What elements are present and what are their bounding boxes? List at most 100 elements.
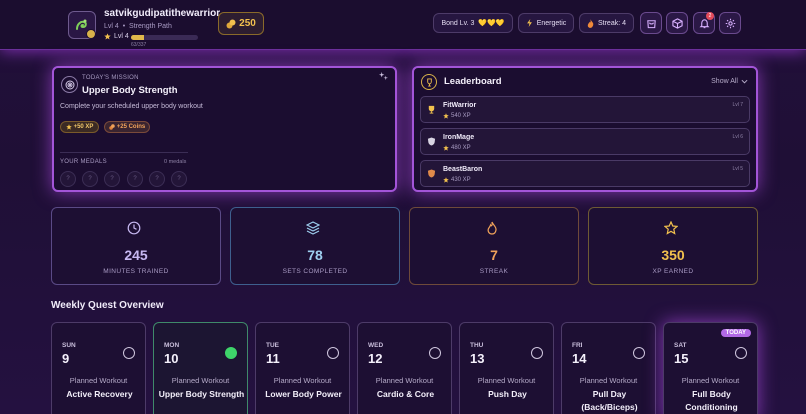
leaderboard-xp: 540 XP (443, 113, 471, 119)
day-workout-title: Upper Body Strength (158, 389, 245, 399)
star-icon (443, 113, 449, 119)
sparkle-icon[interactable] (379, 72, 388, 81)
xp-text: 63/337 (131, 42, 147, 48)
day-of-week: SUN (62, 342, 76, 349)
medal-slot[interactable]: ? (171, 171, 187, 187)
today-badge: TODAY (720, 329, 751, 337)
stat-xp-earned: 350 XP EARNED (588, 207, 758, 285)
level-short: Lvl 4 (114, 33, 129, 40)
separator: • (122, 23, 126, 30)
completion-circle-icon[interactable] (429, 347, 441, 359)
mood-label: Energetic (536, 19, 567, 27)
shop-button[interactable] (640, 12, 662, 34)
completion-circle-icon[interactable] (123, 347, 135, 359)
xp-reward-label: +50 XP (73, 124, 94, 130)
weekly-title: Weekly Quest Overview (51, 300, 164, 311)
day-number: 10 (164, 351, 179, 366)
day-of-week: THU (470, 342, 484, 349)
leaderboard-xp-value: 430 XP (451, 177, 471, 183)
star-icon (443, 145, 449, 151)
day-number: 13 (470, 351, 485, 366)
stat-value: 78 (307, 247, 323, 263)
stat-sets-completed: 78 SETS COMPLETED (230, 207, 400, 285)
leaderboard-level: Lvl 5 (732, 166, 743, 172)
streak-label: Streak: 4 (597, 19, 626, 27)
stat-value: 245 (124, 247, 148, 263)
xp-reward-chip: +50 XP (60, 121, 99, 133)
coin-icon (109, 124, 115, 130)
coin-reward-label: +25 Coins (116, 124, 146, 130)
leaderboard-row[interactable]: IronMage 480 XP Lvl 6 (420, 128, 750, 155)
medal-slot[interactable]: ? (127, 171, 143, 187)
leaderboard-name: IronMage (443, 134, 475, 141)
leaderboard-row[interactable]: BeastBaron 430 XP Lvl 5 (420, 160, 750, 187)
trophy-icon (421, 74, 437, 90)
leaderboard-row[interactable]: FitWarrior 540 XP Lvl 7 (420, 96, 750, 123)
coin-balance[interactable]: 250 (218, 12, 264, 35)
mission-card[interactable]: TODAY'S MISSION Upper Body Strength Comp… (52, 66, 397, 192)
trophy-gold-icon (428, 105, 435, 114)
bond-level[interactable]: Bond Lv. 3 💛💛💛 (433, 13, 513, 33)
day-of-week: FRI (572, 342, 583, 349)
day-card-tue[interactable]: TUE 11 Planned Workout Lower Body Power (255, 322, 350, 414)
level-label: Lvl 4 (104, 23, 119, 30)
xp-progress-fill (131, 35, 144, 40)
day-number: 11 (266, 351, 280, 366)
day-card-thu[interactable]: THU 13 Planned Workout Push Day (459, 322, 554, 414)
medal-slot[interactable]: ? (104, 171, 120, 187)
clock-icon (127, 221, 141, 235)
day-workout-title: Active Recovery (66, 389, 133, 399)
show-all-label: Show All (711, 78, 738, 85)
leaderboard-card: Leaderboard Show All FitWarrior 540 XP L… (412, 66, 758, 192)
medal-slot[interactable]: ? (149, 171, 165, 187)
day-card-mon[interactable]: MON 10 Planned Workout Upper Body Streng… (153, 322, 248, 414)
username: satvikgudipatithewarrior (104, 8, 221, 19)
leaderboard-xp-value: 540 XP (451, 113, 471, 119)
leaderboard-xp-value: 480 XP (451, 145, 471, 151)
day-of-week: MON (164, 342, 180, 349)
day-card-sun[interactable]: SUN 9 Planned Workout Active Recovery (51, 322, 146, 414)
completion-circle-icon[interactable] (531, 347, 543, 359)
medal-slot[interactable]: ? (82, 171, 98, 187)
top-bar: satvikgudipatithewarrior Lvl 4 • Strengt… (0, 0, 806, 50)
day-planned-label: Planned Workout (579, 376, 638, 385)
completion-circle-icon[interactable] (327, 347, 339, 359)
day-number: 9 (62, 351, 70, 366)
xp-progress-bar (131, 35, 198, 40)
shield-silver-icon (427, 137, 436, 146)
mission-description: Complete your scheduled upper body worko… (60, 103, 203, 110)
day-card-sat[interactable]: TODAY SAT 15 Planned Workout Full Body C… (663, 322, 758, 414)
day-planned-label: Planned Workout (69, 376, 128, 385)
mission-title: Upper Body Strength (82, 85, 178, 96)
flame-icon (487, 221, 497, 235)
day-card-fri[interactable]: FRI 14 Planned Workout Pull Day (Back/Bi… (561, 322, 656, 414)
avatar-level-badge (86, 29, 96, 39)
completion-circle-icon[interactable] (633, 347, 645, 359)
day-of-week: SAT (674, 342, 687, 349)
day-planned-label: Planned Workout (477, 376, 536, 385)
bond-label: Bond Lv. 3 (441, 19, 475, 27)
inventory-button[interactable] (666, 12, 688, 34)
leaderboard-xp: 430 XP (443, 177, 471, 183)
mood-badge[interactable]: Energetic (518, 13, 574, 33)
day-number: 12 (368, 351, 383, 366)
streak-badge[interactable]: Streak: 4 (579, 13, 634, 33)
settings-button[interactable] (719, 12, 741, 34)
medals-count: 0 medals (164, 159, 187, 165)
day-number: 15 (674, 351, 689, 366)
star-icon (104, 33, 111, 40)
level-path: Lvl 4 • Strength Path (104, 23, 172, 30)
show-all-toggle[interactable]: Show All (711, 78, 748, 85)
medals-label: YOUR MEDALS (60, 159, 107, 165)
completed-check-icon[interactable] (225, 347, 237, 359)
leaderboard-name: BeastBaron (443, 166, 483, 173)
medal-slot[interactable]: ? (60, 171, 76, 187)
divider (60, 152, 188, 153)
stat-label: MINUTES TRAINED (103, 268, 169, 275)
path-label: Strength Path (129, 23, 172, 30)
day-card-wed[interactable]: WED 12 Planned Workout Cardio & Core (357, 322, 452, 414)
completion-circle-icon[interactable] (735, 347, 747, 359)
heart-icon: 💛💛💛 (478, 20, 505, 27)
layers-icon (306, 221, 320, 235)
day-workout-title: Pull Day (Back/Biceps) (581, 389, 638, 412)
